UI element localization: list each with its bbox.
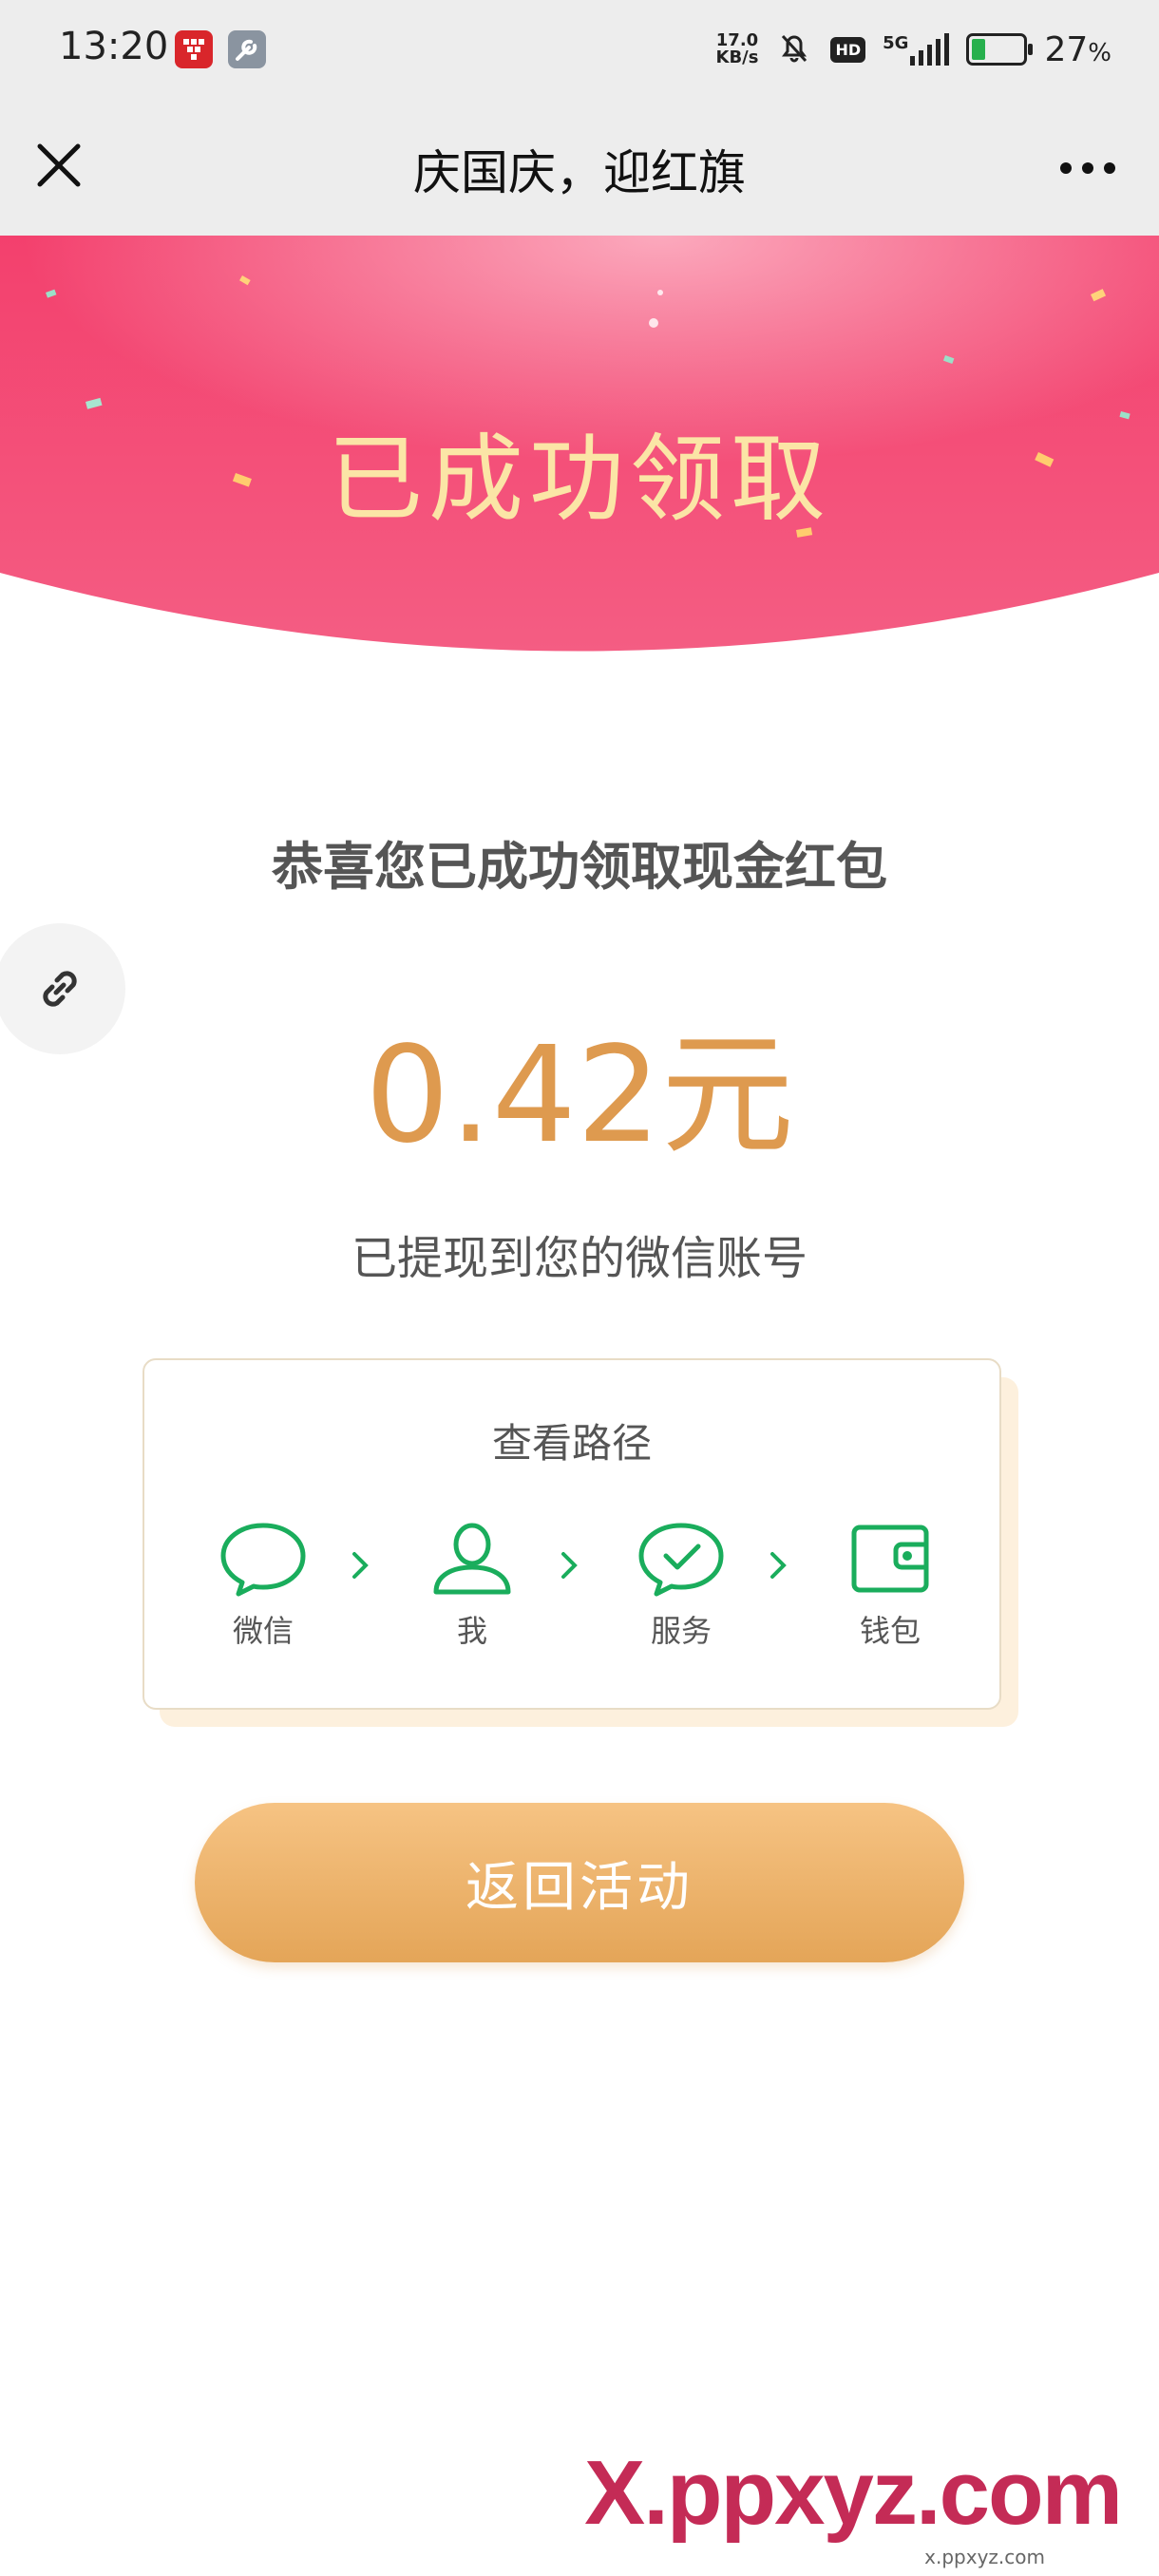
status-indicators: 17.0 KB/s HD 5G 27%: [716, 28, 1112, 70]
battery-percent-unit: %: [1088, 38, 1112, 67]
return-to-activity-button[interactable]: 返回活动: [195, 1803, 964, 1962]
path-step-me: 我: [406, 1520, 539, 1651]
mute-bell-icon: [775, 28, 813, 70]
network-type: 5G: [883, 33, 909, 53]
path-step-label: 微信: [232, 1613, 294, 1649]
chat-bubble-icon: [220, 1523, 306, 1597]
person-icon: [433, 1523, 511, 1595]
signal-5g: 5G: [883, 33, 950, 66]
path-step-label: 服务: [650, 1613, 712, 1649]
network-speed: 17.0 KB/s: [716, 32, 759, 66]
status-time: 13:20: [59, 25, 169, 68]
congrats-text: 恭喜您已成功领取现金红包: [272, 837, 887, 897]
page-title: 庆国庆，迎红旗: [413, 145, 746, 200]
signal-icon: [910, 33, 950, 66]
banner-title: 已成功领取: [328, 424, 831, 535]
path-step-label: 钱包: [859, 1613, 921, 1649]
path-step-wallet: 钱包: [824, 1520, 957, 1651]
watermark-logo: X.ppxyz.com: [584, 2442, 1123, 2544]
app-notification-icon: [175, 30, 213, 68]
check-bubble-icon: [638, 1523, 724, 1597]
battery-percent-value: 27: [1044, 29, 1089, 69]
path-step-services: 服务: [615, 1520, 748, 1651]
hd-badge: HD: [830, 36, 866, 63]
watermark-url: x.ppxyz.com: [924, 2546, 1045, 2568]
network-speed-unit: KB/s: [715, 47, 759, 67]
amount-value: 0.42元: [365, 1018, 794, 1173]
chevron-right-icon: [770, 1552, 787, 1579]
battery-percent: 27%: [1044, 30, 1112, 69]
success-banner: 已成功领取: [0, 236, 1159, 691]
wallet-icon: [851, 1525, 929, 1593]
chevron-right-icon: [561, 1552, 578, 1579]
nav-bar: 庆国庆，迎红旗: [0, 99, 1159, 236]
path-step-wechat: 微信: [197, 1520, 330, 1651]
wrench-icon: [228, 30, 266, 68]
more-dots-icon: [1060, 162, 1115, 174]
battery-icon: [966, 33, 1034, 66]
more-button[interactable]: [1054, 144, 1121, 192]
path-card-title: 查看路径: [491, 1420, 652, 1467]
status-bar: 13:20 17.0 KB/s HD 5G 27%: [0, 0, 1159, 99]
path-step-label: 我: [456, 1613, 487, 1649]
chevron-right-icon: [352, 1552, 369, 1579]
withdraw-note: 已提现到您的微信账号: [351, 1232, 808, 1285]
path-card: 查看路径 微信 我 服务 钱包: [142, 1358, 1001, 1710]
